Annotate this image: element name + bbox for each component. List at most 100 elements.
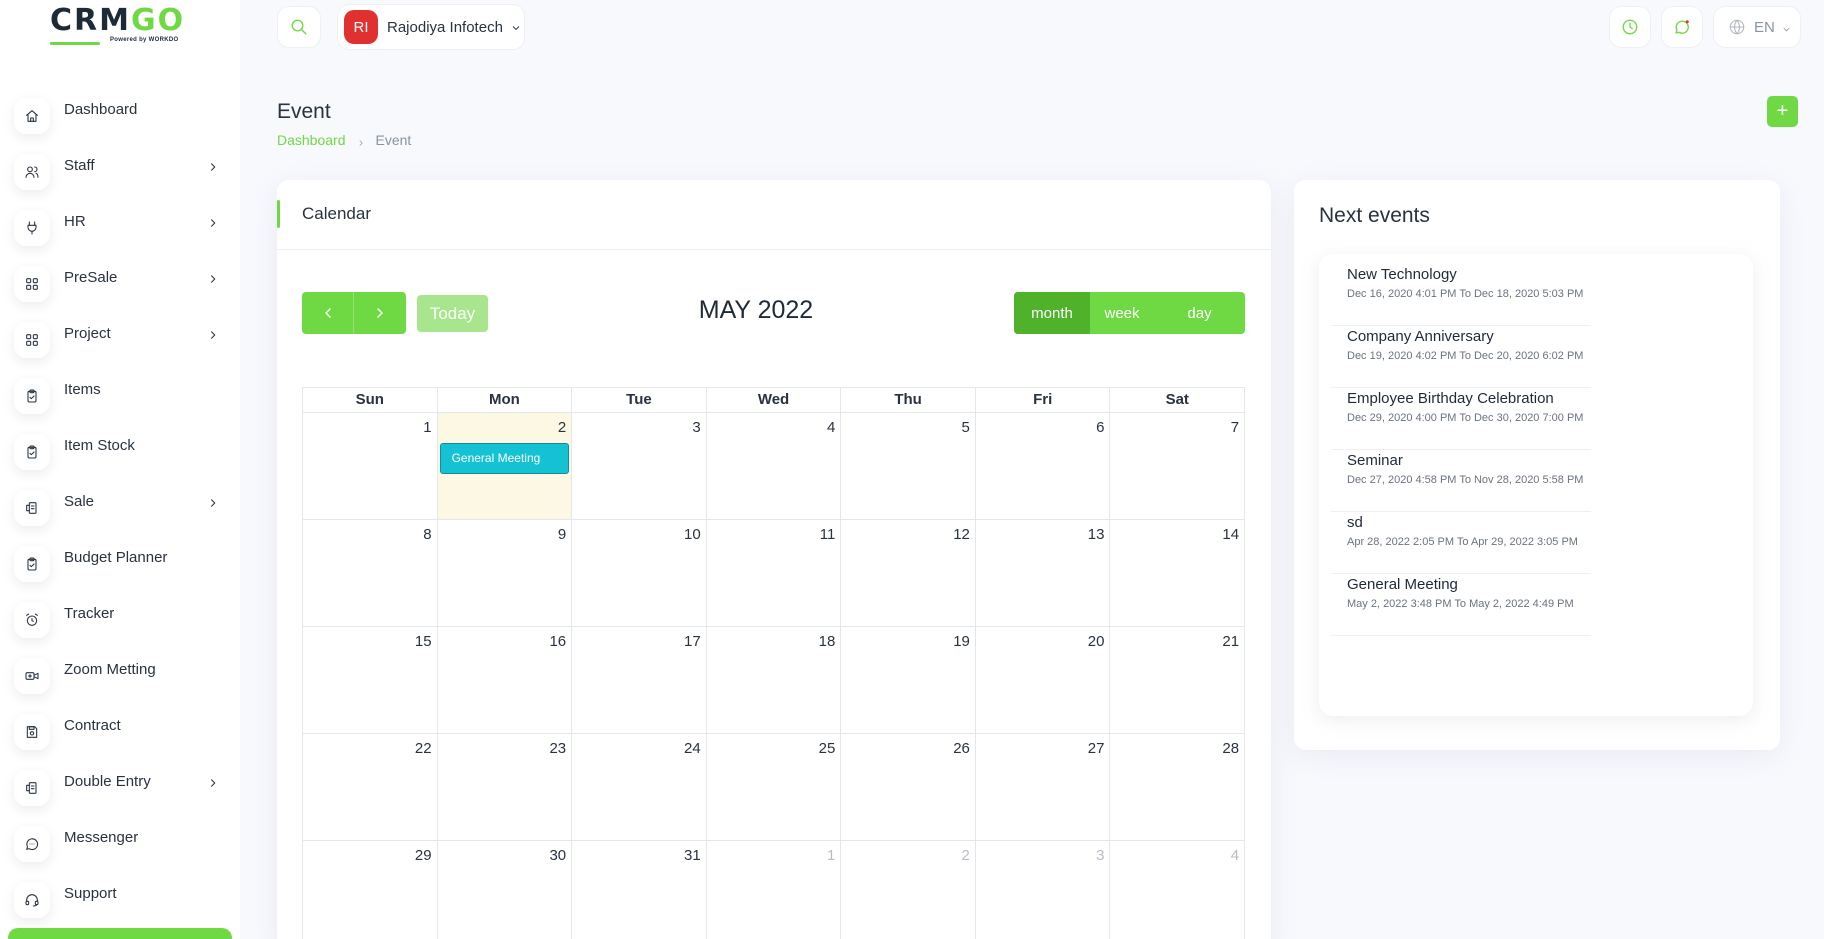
sidebar-item-label: HR bbox=[64, 213, 86, 230]
sidebar-item-label: Items bbox=[64, 381, 101, 398]
sidebar-item-label: Tracker bbox=[64, 605, 115, 622]
calendar-day-cell[interactable]: 6 bbox=[976, 413, 1111, 519]
calendar-day-cell[interactable]: 22 bbox=[303, 734, 438, 840]
today-button[interactable]: Today bbox=[417, 295, 488, 332]
day-number: 29 bbox=[414, 847, 432, 864]
calendar-day-cell[interactable]: 29 bbox=[303, 841, 438, 939]
day-number: 27 bbox=[1087, 740, 1105, 757]
sidebar-item-tracker[interactable]: Tracker bbox=[0, 590, 240, 646]
event-name: General Meeting bbox=[1347, 576, 1458, 593]
messages-button[interactable] bbox=[1661, 6, 1703, 48]
day-number: 3 bbox=[692, 419, 701, 436]
calendar-day-cell[interactable]: 24 bbox=[572, 734, 707, 840]
receipt-icon bbox=[14, 490, 50, 526]
day-number: 11 bbox=[819, 526, 836, 543]
calendar-day-cell[interactable]: 14 bbox=[1110, 520, 1246, 626]
calendar-day-cell[interactable]: 19 bbox=[841, 627, 976, 733]
company-avatar: RI bbox=[344, 10, 378, 44]
calendar-day-cell[interactable]: 15 bbox=[303, 627, 438, 733]
calendar-day-cell[interactable]: 1 bbox=[303, 413, 438, 519]
grid-icon bbox=[14, 266, 50, 302]
calendar-day-cell[interactable]: 3 bbox=[572, 413, 707, 519]
sidebar-item-support[interactable]: Support bbox=[0, 870, 240, 926]
sidebar-item-label: PreSale bbox=[64, 269, 118, 286]
sidebar-item-active[interactable] bbox=[8, 928, 232, 939]
language-switcher[interactable]: EN bbox=[1713, 6, 1801, 48]
calendar-day-cell[interactable]: 12 bbox=[841, 520, 976, 626]
sidebar-item-staff[interactable]: Staff bbox=[0, 142, 240, 198]
sidebar-item-label: Project bbox=[64, 325, 111, 342]
sidebar-item-presale[interactable]: PreSale bbox=[0, 254, 240, 310]
chevron-down-icon bbox=[510, 21, 522, 33]
calendar-day-cell[interactable]: 18 bbox=[707, 627, 842, 733]
sidebar-item-dashboard[interactable]: Dashboard bbox=[0, 86, 240, 142]
sidebar-item-project[interactable]: Project bbox=[0, 310, 240, 366]
calendar-day-cell[interactable]: 26 bbox=[841, 734, 976, 840]
calendar-day-cell[interactable]: 23 bbox=[438, 734, 573, 840]
calendar-day-cell[interactable]: 11 bbox=[707, 520, 842, 626]
prev-month-button[interactable] bbox=[302, 292, 354, 334]
device-floppy-icon bbox=[14, 714, 50, 750]
company-switcher[interactable]: RI Rajodiya Infotech bbox=[337, 4, 525, 50]
sidebar-item-item-stock[interactable]: Item Stock bbox=[0, 422, 240, 478]
sidebar-item-messenger[interactable]: Messenger bbox=[0, 814, 240, 870]
sidebar-item-contract[interactable]: Contract bbox=[0, 702, 240, 758]
sidebar-item-sale[interactable]: Sale bbox=[0, 478, 240, 534]
calendar-day-cell[interactable]: 3 bbox=[976, 841, 1111, 939]
logo-main: CRM bbox=[50, 3, 131, 38]
day-number: 4 bbox=[1230, 847, 1240, 864]
calendar-day-cell[interactable]: 13 bbox=[976, 520, 1111, 626]
clipboard-icon bbox=[14, 378, 50, 414]
calendar-day-cell[interactable]: 25 bbox=[707, 734, 842, 840]
calendar-weekday-header: Sun Mon Tue Wed Thu Fri Sat bbox=[302, 387, 1245, 413]
calendar-week-row: 8 9 10 11 12 13 14 bbox=[302, 520, 1246, 627]
search-button[interactable] bbox=[277, 6, 321, 48]
sidebar-item-double-entry[interactable]: Double Entry bbox=[0, 758, 240, 814]
calendar-day-cell[interactable]: 20 bbox=[976, 627, 1111, 733]
logo-subtitle: Powered by WORKDO bbox=[110, 37, 179, 43]
calendar-day-cell[interactable]: 30 bbox=[438, 841, 573, 939]
calendar-event-chip[interactable]: General Meeting bbox=[439, 443, 569, 474]
calendar-day-cell[interactable]: 1 bbox=[707, 841, 842, 939]
sidebar-item-hr[interactable]: HR bbox=[0, 198, 240, 254]
calendar-day-cell[interactable]: 4 bbox=[707, 413, 842, 519]
calendar-day-cell[interactable]: 5 bbox=[841, 413, 976, 519]
search-icon bbox=[291, 19, 307, 35]
next-events-title: Next events bbox=[1319, 204, 1430, 227]
sidebar-item-budget-planner[interactable]: Budget Planner bbox=[0, 534, 240, 590]
calendar-week-row: 22 23 24 25 26 27 28 bbox=[302, 734, 1246, 841]
view-day-button[interactable]: day bbox=[1154, 292, 1245, 334]
calendar-day-cell[interactable]: 4 bbox=[1110, 841, 1246, 939]
calendar-day-cell[interactable]: 8 bbox=[303, 520, 438, 626]
calendar-day-cell[interactable]: 7 bbox=[1110, 413, 1246, 519]
clock-button[interactable] bbox=[1609, 6, 1651, 48]
calendar-day-cell[interactable]: 16 bbox=[438, 627, 573, 733]
next-event-item[interactable]: General Meeting May 2, 2022 3:48 PM To Ma… bbox=[1331, 564, 1591, 636]
calendar-day-cell[interactable]: 27 bbox=[976, 734, 1111, 840]
calendar-day-cell[interactable]: 2 General Meeting bbox=[437, 413, 573, 519]
event-name: sd bbox=[1347, 514, 1363, 531]
next-month-button[interactable] bbox=[354, 292, 406, 334]
calendar-month-title: MAY 2022 bbox=[698, 296, 814, 324]
calendar-day-cell[interactable]: 2 bbox=[841, 841, 976, 939]
brand-logo[interactable]: CRMGO Powered by WORKDO bbox=[50, 6, 192, 48]
view-week-button[interactable]: week bbox=[1090, 292, 1154, 334]
video-icon bbox=[14, 658, 50, 694]
add-event-button[interactable]: + bbox=[1767, 96, 1798, 127]
calendar-view-switcher: month week day bbox=[1014, 292, 1245, 334]
calendar-day-cell[interactable]: 21 bbox=[1110, 627, 1246, 733]
sidebar-item-zoom-metting[interactable]: Zoom Metting bbox=[0, 646, 240, 702]
calendar-day-cell[interactable]: 17 bbox=[572, 627, 707, 733]
calendar-day-cell[interactable]: 9 bbox=[438, 520, 573, 626]
calendar-day-cell[interactable]: 31 bbox=[572, 841, 707, 939]
day-number: 2 bbox=[557, 419, 567, 436]
sidebar-item-items[interactable]: Items bbox=[0, 366, 240, 422]
next-events-card: Next events New Technology Dec 16, 2020 4… bbox=[1294, 180, 1780, 750]
clipboard-icon bbox=[14, 434, 50, 470]
calendar-day-cell[interactable]: 10 bbox=[572, 520, 707, 626]
logo-go: GO bbox=[130, 3, 186, 38]
breadcrumb-dashboard[interactable]: Dashboard bbox=[277, 132, 346, 148]
calendar-day-cell[interactable]: 28 bbox=[1110, 734, 1246, 840]
view-month-button[interactable]: month bbox=[1014, 292, 1090, 334]
page-title: Event bbox=[277, 100, 331, 123]
